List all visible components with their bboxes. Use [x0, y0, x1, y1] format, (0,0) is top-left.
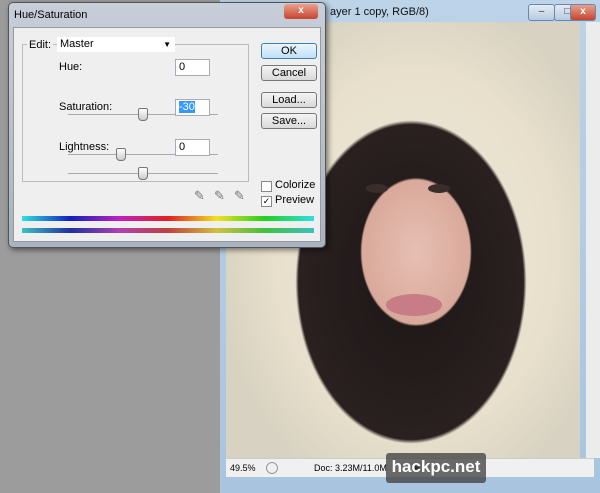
dialog-close-button[interactable]: x: [284, 4, 318, 19]
dialog-title: Hue/Saturation: [14, 9, 88, 21]
saturation-label: Saturation:: [59, 101, 113, 113]
preview-checkbox[interactable]: ✓: [261, 196, 272, 207]
adjustment-group: Edit: Master ▼ Hue: 0 Saturation: -30 Li…: [22, 37, 249, 182]
saturation-value: -30: [179, 101, 195, 113]
edit-value: Master: [60, 38, 94, 50]
hue-slider-thumb[interactable]: [138, 108, 148, 121]
photo-lips: [386, 294, 442, 316]
lightness-slider[interactable]: [68, 167, 218, 180]
lightness-input[interactable]: 0: [175, 139, 210, 156]
edit-dropdown[interactable]: Master ▼: [57, 37, 175, 52]
edit-label: Edit:: [27, 39, 54, 51]
minimize-button[interactable]: –: [528, 4, 555, 21]
lightness-label: Lightness:: [59, 141, 110, 153]
close-button[interactable]: x: [570, 4, 596, 21]
document-title: ayer 1 copy, RGB/8): [330, 6, 429, 18]
hue-input[interactable]: 0: [175, 59, 210, 76]
eyedropper-icon[interactable]: ✎: [194, 188, 205, 204]
hue-label: Hue:: [59, 61, 83, 73]
input-color-bar: [22, 216, 314, 221]
eyedropper-plus-icon[interactable]: ✎: [214, 188, 225, 204]
watermark: hackpc.net: [386, 453, 486, 483]
lightness-slider-thumb[interactable]: [138, 167, 148, 180]
photo-eye: [366, 184, 388, 193]
vertical-scrollbar[interactable]: [586, 22, 600, 458]
saturation-input[interactable]: -30: [175, 99, 210, 116]
cancel-button[interactable]: Cancel: [261, 65, 317, 81]
saturation-slider-thumb[interactable]: [115, 148, 126, 161]
doc-info: Doc: 3.23M/11.0M: [314, 463, 387, 473]
output-color-bar: [22, 228, 314, 233]
zoom-level[interactable]: 49.5%: [230, 459, 256, 477]
ok-button[interactable]: OK: [261, 43, 317, 59]
status-icon[interactable]: [266, 462, 278, 474]
colorize-checkbox[interactable]: [261, 181, 272, 192]
hue-saturation-dialog: Hue/Saturation x Edit: Master ▼ Hue: 0 S…: [8, 2, 326, 248]
save-button[interactable]: Save...: [261, 113, 317, 129]
colorize-label: Colorize: [275, 179, 316, 191]
eyedropper-minus-icon[interactable]: ✎: [234, 188, 245, 204]
chevron-down-icon: ▼: [163, 40, 171, 49]
load-button[interactable]: Load...: [261, 92, 317, 108]
preview-label: Preview: [275, 194, 315, 206]
photo-eye: [428, 184, 450, 193]
